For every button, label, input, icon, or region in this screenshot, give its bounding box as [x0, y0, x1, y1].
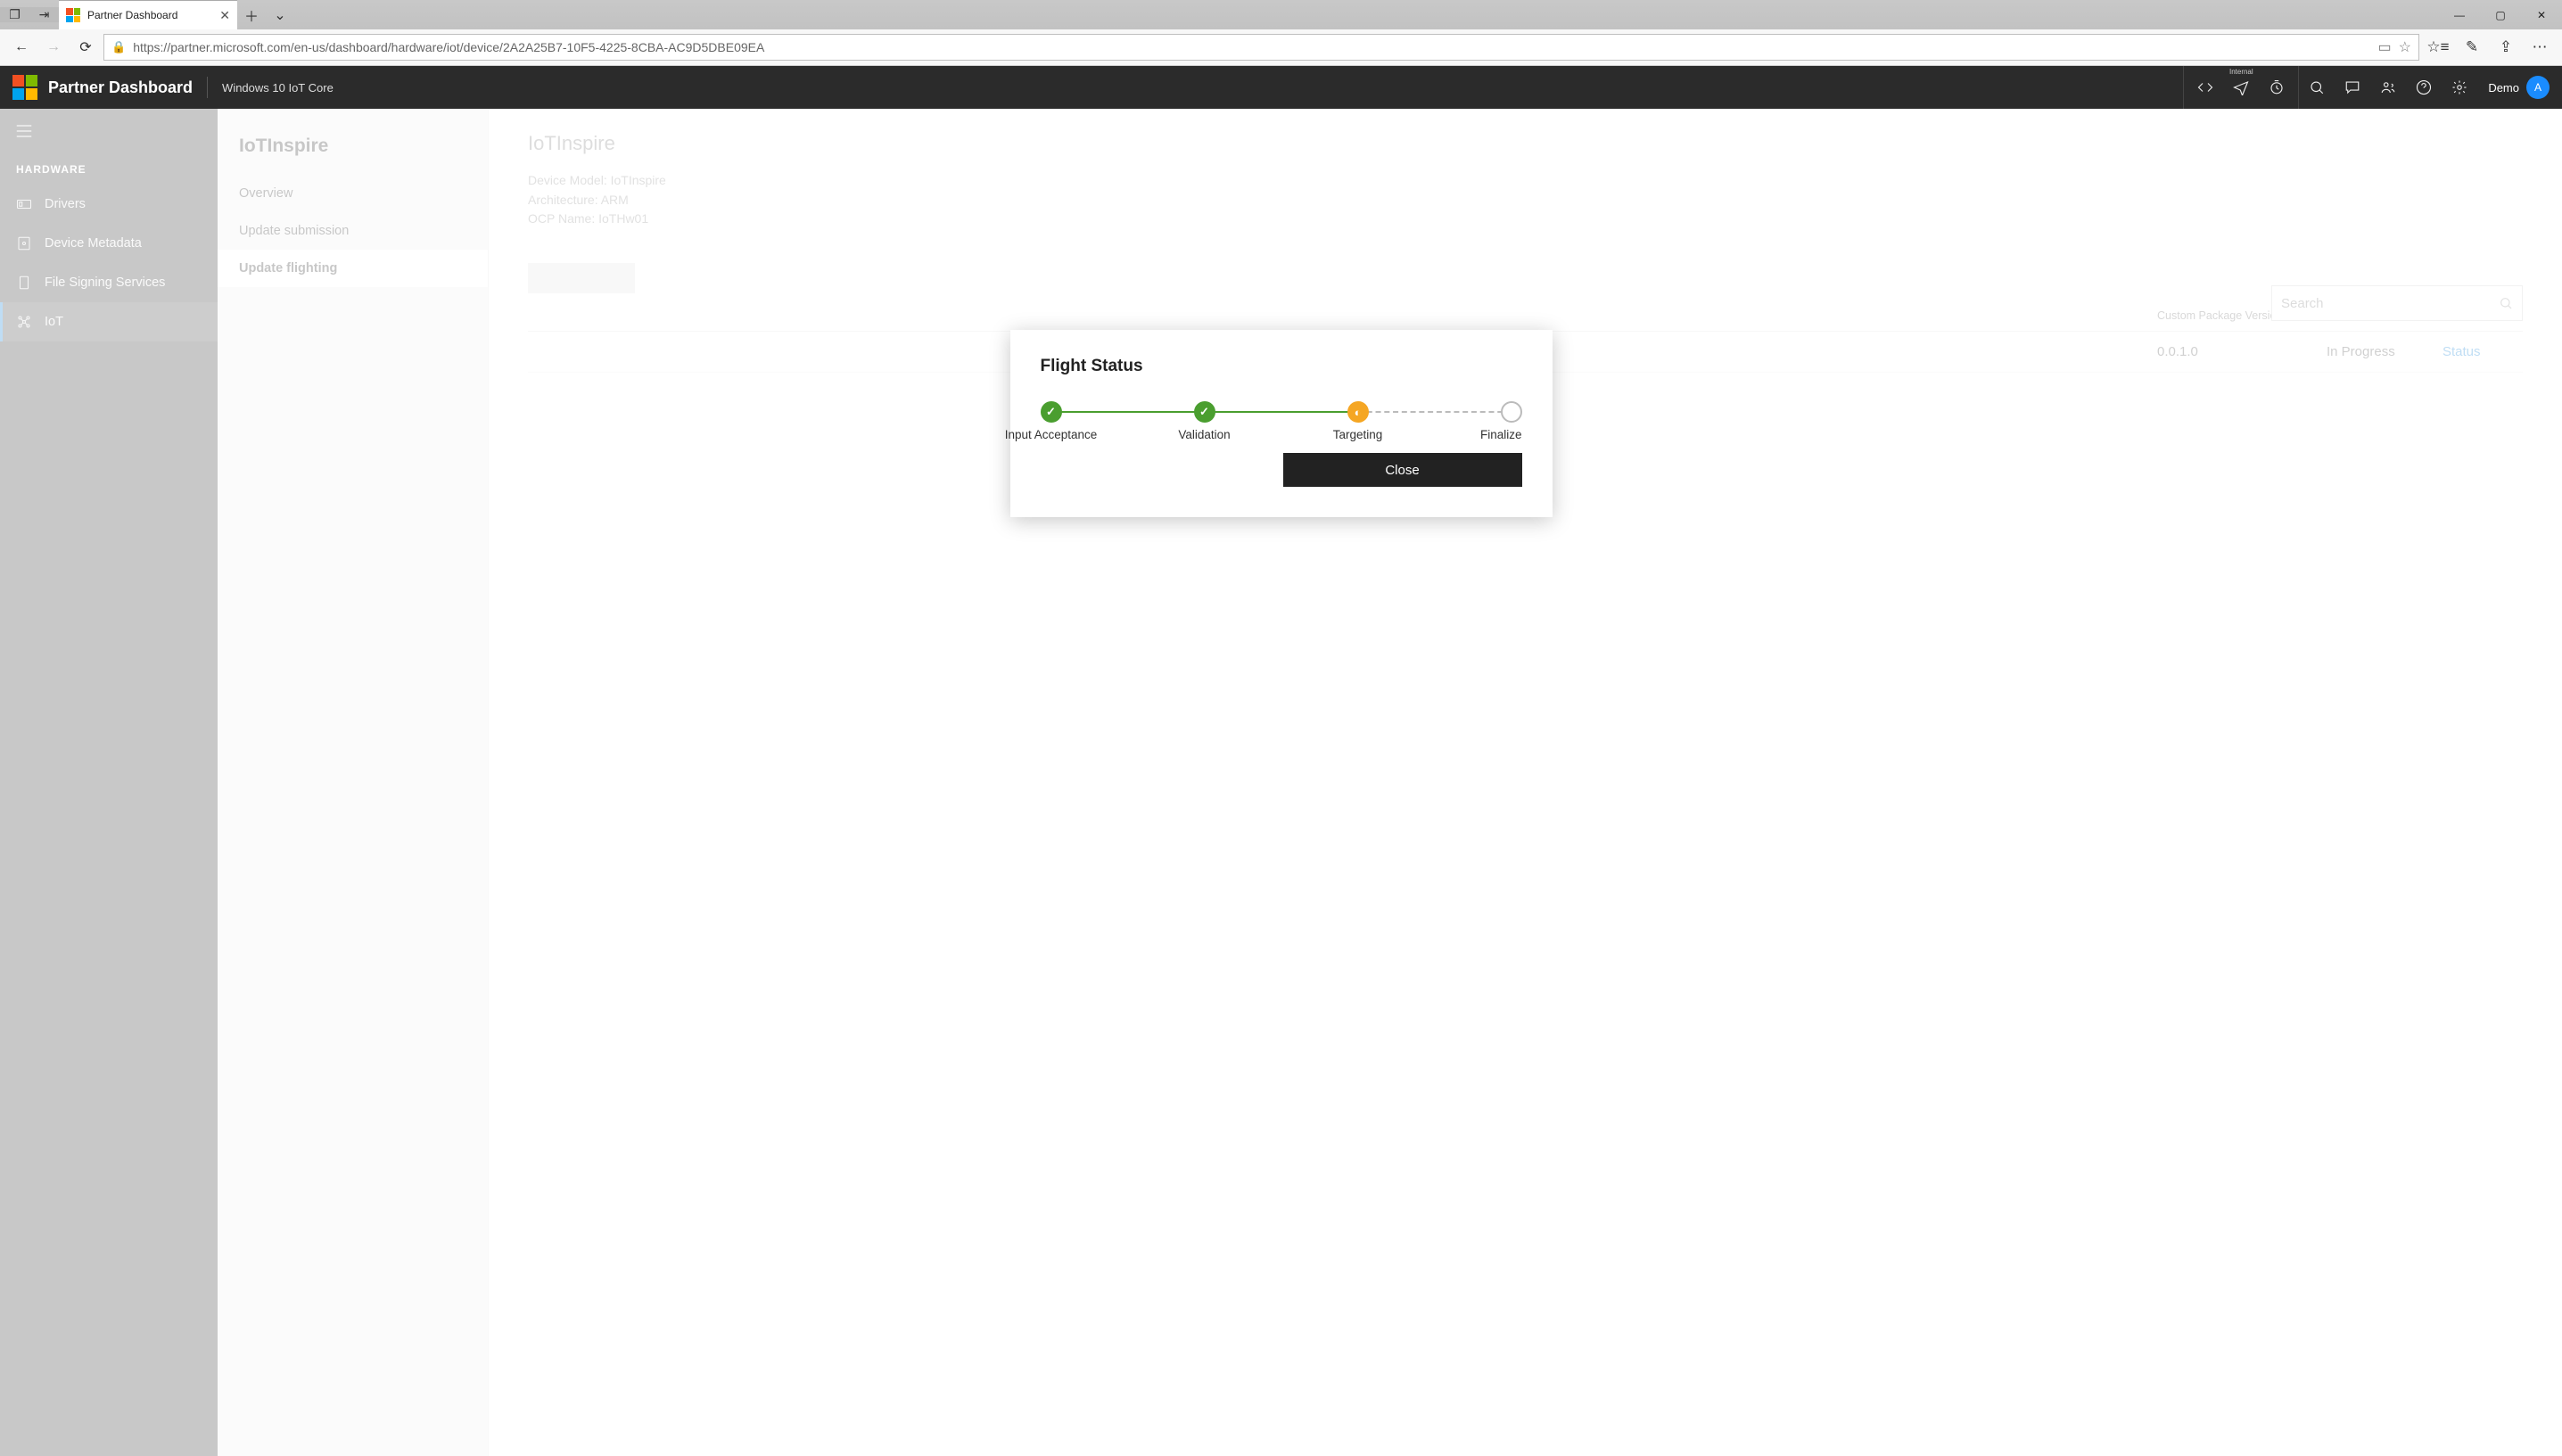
tab-actions-left-icon[interactable]: ❐ — [0, 7, 29, 22]
modal-backdrop: Flight Status Input Acceptance Validatio… — [0, 109, 2562, 1456]
url-text: https://partner.microsoft.com/en-us/dash… — [133, 40, 2370, 54]
help-icon[interactable] — [2406, 66, 2442, 109]
app-subtitle: Windows 10 IoT Core — [222, 81, 334, 95]
nav-back-button[interactable]: ← — [7, 33, 36, 62]
gear-icon[interactable] — [2442, 66, 2477, 109]
flight-status-modal: Flight Status Input Acceptance Validatio… — [1010, 330, 1553, 517]
share-icon[interactable]: ⇪ — [2491, 38, 2521, 56]
app-title: Partner Dashboard — [48, 78, 193, 97]
progress-icon — [1347, 401, 1369, 423]
tab-title: Partner Dashboard — [87, 9, 212, 21]
check-icon — [1041, 401, 1062, 423]
tab-dropdown-icon[interactable]: ⌄ — [266, 6, 294, 24]
more-icon[interactable]: ⋯ — [2525, 38, 2555, 56]
window-close-button[interactable]: ✕ — [2521, 0, 2562, 29]
tab-aside-icon[interactable]: ⇥ — [29, 7, 59, 22]
window-maximize-button[interactable]: ▢ — [2480, 0, 2521, 29]
step-targeting: Targeting — [1347, 401, 1369, 423]
step-validation: Validation — [1194, 401, 1215, 423]
lock-icon: 🔒 — [111, 40, 126, 54]
divider — [207, 77, 208, 98]
reading-view-icon[interactable]: ▭ — [2378, 38, 2392, 56]
search-icon[interactable] — [2299, 66, 2335, 109]
step-finalize: Finalize — [1501, 401, 1522, 423]
step-input-acceptance: Input Acceptance — [1041, 401, 1062, 423]
nav-refresh-button[interactable]: ⟳ — [71, 33, 100, 62]
ms-logo-icon — [12, 75, 37, 100]
browser-titlebar: ❐ ⇥ Partner Dashboard ✕ ＋ ⌄ — ▢ ✕ — [0, 0, 2562, 29]
browser-addressbar: ← → ⟳ 🔒 https://partner.microsoft.com/en… — [0, 29, 2562, 66]
user-name: Demo — [2488, 81, 2519, 95]
user-chip[interactable]: Demo A — [2477, 66, 2562, 109]
new-tab-button[interactable]: ＋ — [237, 4, 266, 26]
favorites-list-icon[interactable]: ☆≡ — [2423, 38, 2453, 56]
pending-icon — [1501, 401, 1522, 423]
close-button[interactable]: Close — [1283, 453, 1522, 487]
check-icon — [1194, 401, 1215, 423]
browser-tab[interactable]: Partner Dashboard ✕ — [59, 0, 237, 29]
notes-icon[interactable]: ✎ — [2457, 38, 2487, 56]
avatar: A — [2526, 76, 2550, 99]
favorite-star-icon[interactable]: ☆ — [2399, 38, 2411, 56]
step-track: Input Acceptance Validation Targeting Fi… — [1041, 401, 1522, 423]
window-minimize-button[interactable]: — — [2439, 0, 2480, 29]
app-header: Partner Dashboard Windows 10 IoT Core In… — [0, 66, 2562, 109]
internal-label: Internal — [2184, 68, 2298, 76]
ms-logo-icon — [66, 8, 80, 22]
modal-title: Flight Status — [1041, 357, 1522, 376]
close-tab-icon[interactable]: ✕ — [219, 8, 230, 23]
nav-forward-button[interactable]: → — [39, 33, 68, 62]
people-icon[interactable] — [2370, 66, 2406, 109]
url-input[interactable]: 🔒 https://partner.microsoft.com/en-us/da… — [103, 34, 2419, 61]
chat-icon[interactable] — [2335, 66, 2370, 109]
